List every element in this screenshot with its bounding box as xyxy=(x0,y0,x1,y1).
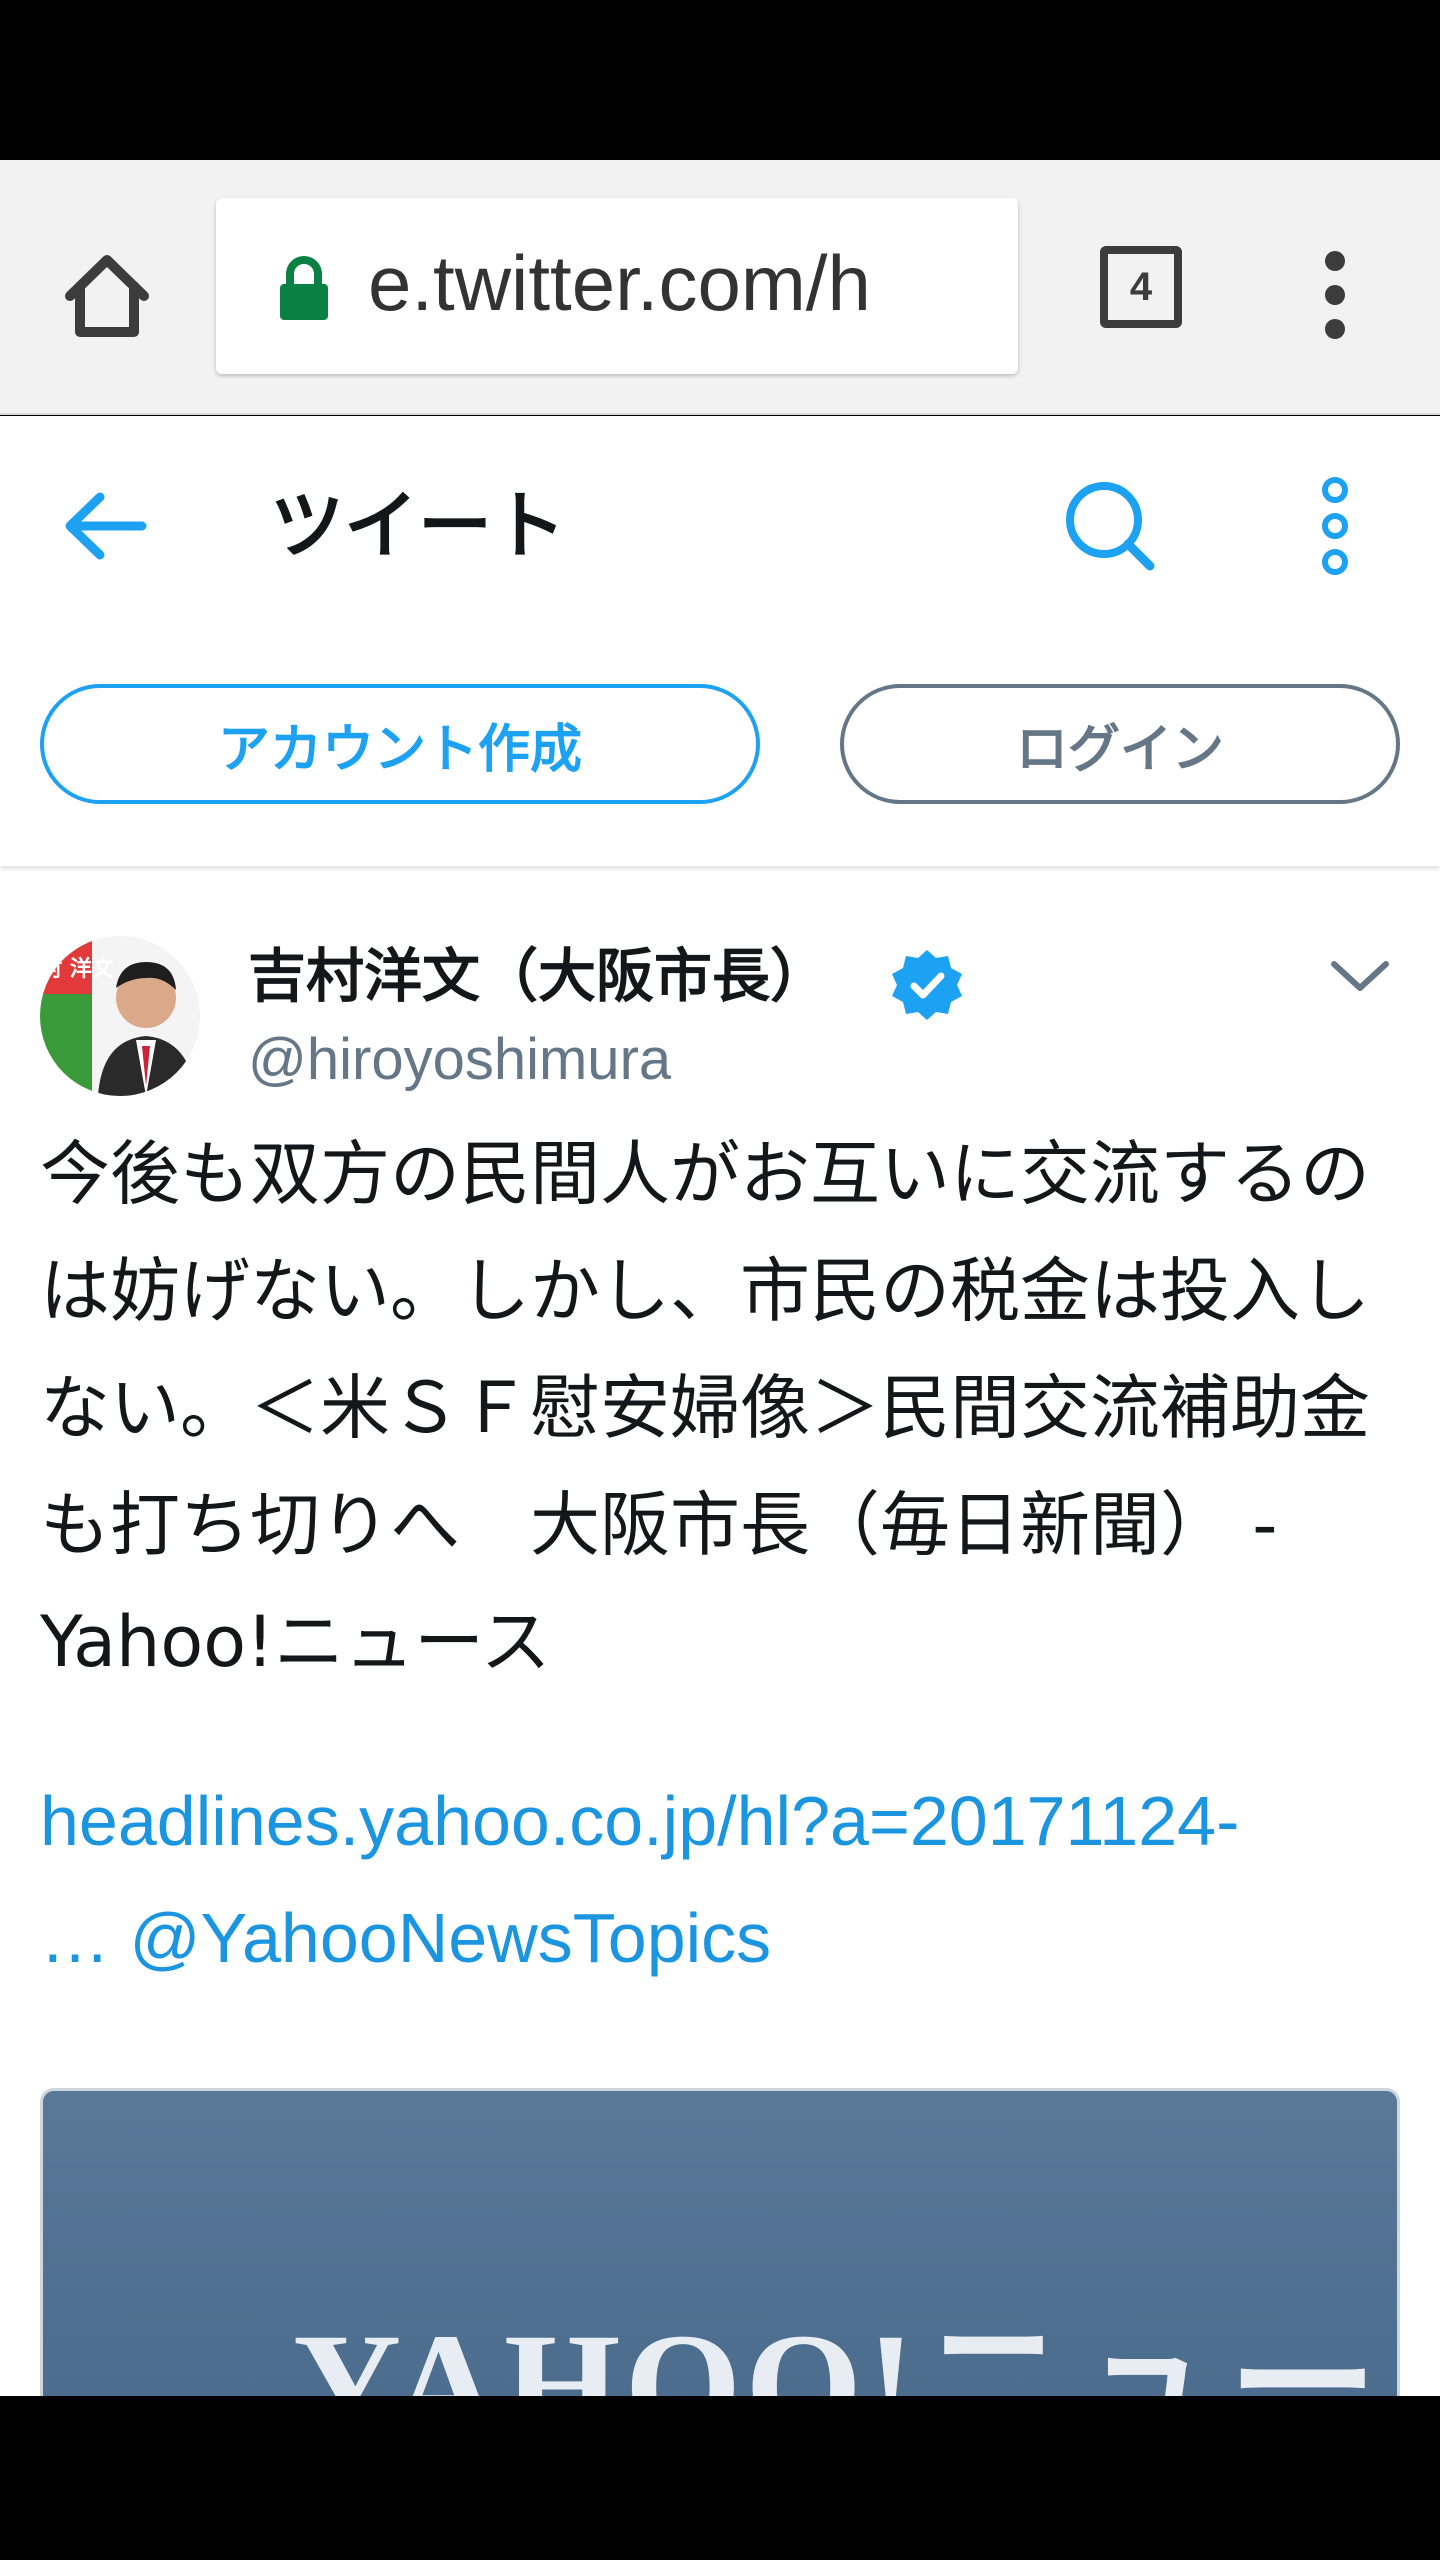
author-handle[interactable]: @hiroyoshimura xyxy=(248,1020,671,1100)
twitter-page: ツイート アカウント作成 ログイン 吉村 洋文 吉村洋文（大阪市長） xyxy=(0,416,1440,2396)
dot-icon xyxy=(1322,477,1348,503)
dot-icon xyxy=(1325,251,1345,271)
chevron-down-icon xyxy=(1331,961,1389,991)
dot-icon xyxy=(1325,285,1345,305)
tweet-text: 今後も双方の民間人がお互いに交流するのは妨げない。しかし、市民の税金は投入しない… xyxy=(40,1133,1370,1683)
browser-menu-button[interactable] xyxy=(1310,240,1360,350)
browser-toolbar: e.twitter.com/h 4 xyxy=(0,160,1440,415)
lock-icon xyxy=(280,256,328,320)
tab-switcher-button[interactable]: 4 xyxy=(1100,246,1182,328)
home-button[interactable] xyxy=(52,240,162,350)
dot-icon xyxy=(1322,513,1348,539)
login-button[interactable]: ログイン xyxy=(840,684,1400,804)
mention-link[interactable]: … @YahooNewsTopics xyxy=(40,1880,1420,1997)
twitter-header: ツイート アカウント作成 ログイン xyxy=(0,416,1440,866)
back-button[interactable] xyxy=(56,476,156,576)
card-logo: YAHOO!ニュース xyxy=(293,2303,1397,2396)
dot-icon xyxy=(1325,319,1345,339)
avatar-image: 吉村 洋文 xyxy=(40,936,200,1096)
tweet-menu-button[interactable] xyxy=(1320,946,1400,1006)
avatar-text: 吉村 洋文 xyxy=(40,956,115,982)
author-name[interactable]: 吉村洋文（大阪市長） xyxy=(248,936,828,1016)
search-icon xyxy=(1066,482,1155,571)
home-icon xyxy=(65,255,149,337)
more-options-button[interactable] xyxy=(1300,466,1370,586)
url-fade xyxy=(958,198,1018,374)
link-preview-card[interactable]: YAHOO!ニュース xyxy=(40,2088,1400,2396)
avatar[interactable]: 吉村 洋文 xyxy=(40,936,200,1096)
headline-link[interactable]: headlines.yahoo.co.jp/hl?a=20171124- xyxy=(40,1763,1420,1880)
search-button[interactable] xyxy=(1050,466,1170,586)
dot-icon xyxy=(1322,549,1348,575)
page-title: ツイート xyxy=(270,483,566,569)
url-text: e.twitter.com/h xyxy=(368,239,871,327)
back-arrow-icon xyxy=(65,492,147,560)
create-account-button[interactable]: アカウント作成 xyxy=(40,684,760,804)
address-bar[interactable]: e.twitter.com/h xyxy=(216,198,1018,374)
verified-badge-icon xyxy=(892,950,962,1020)
tweet-links: headlines.yahoo.co.jp/hl?a=20171124- … @… xyxy=(40,1763,1420,1997)
status-bar xyxy=(0,0,1440,160)
navigation-bar xyxy=(0,2396,1440,2560)
